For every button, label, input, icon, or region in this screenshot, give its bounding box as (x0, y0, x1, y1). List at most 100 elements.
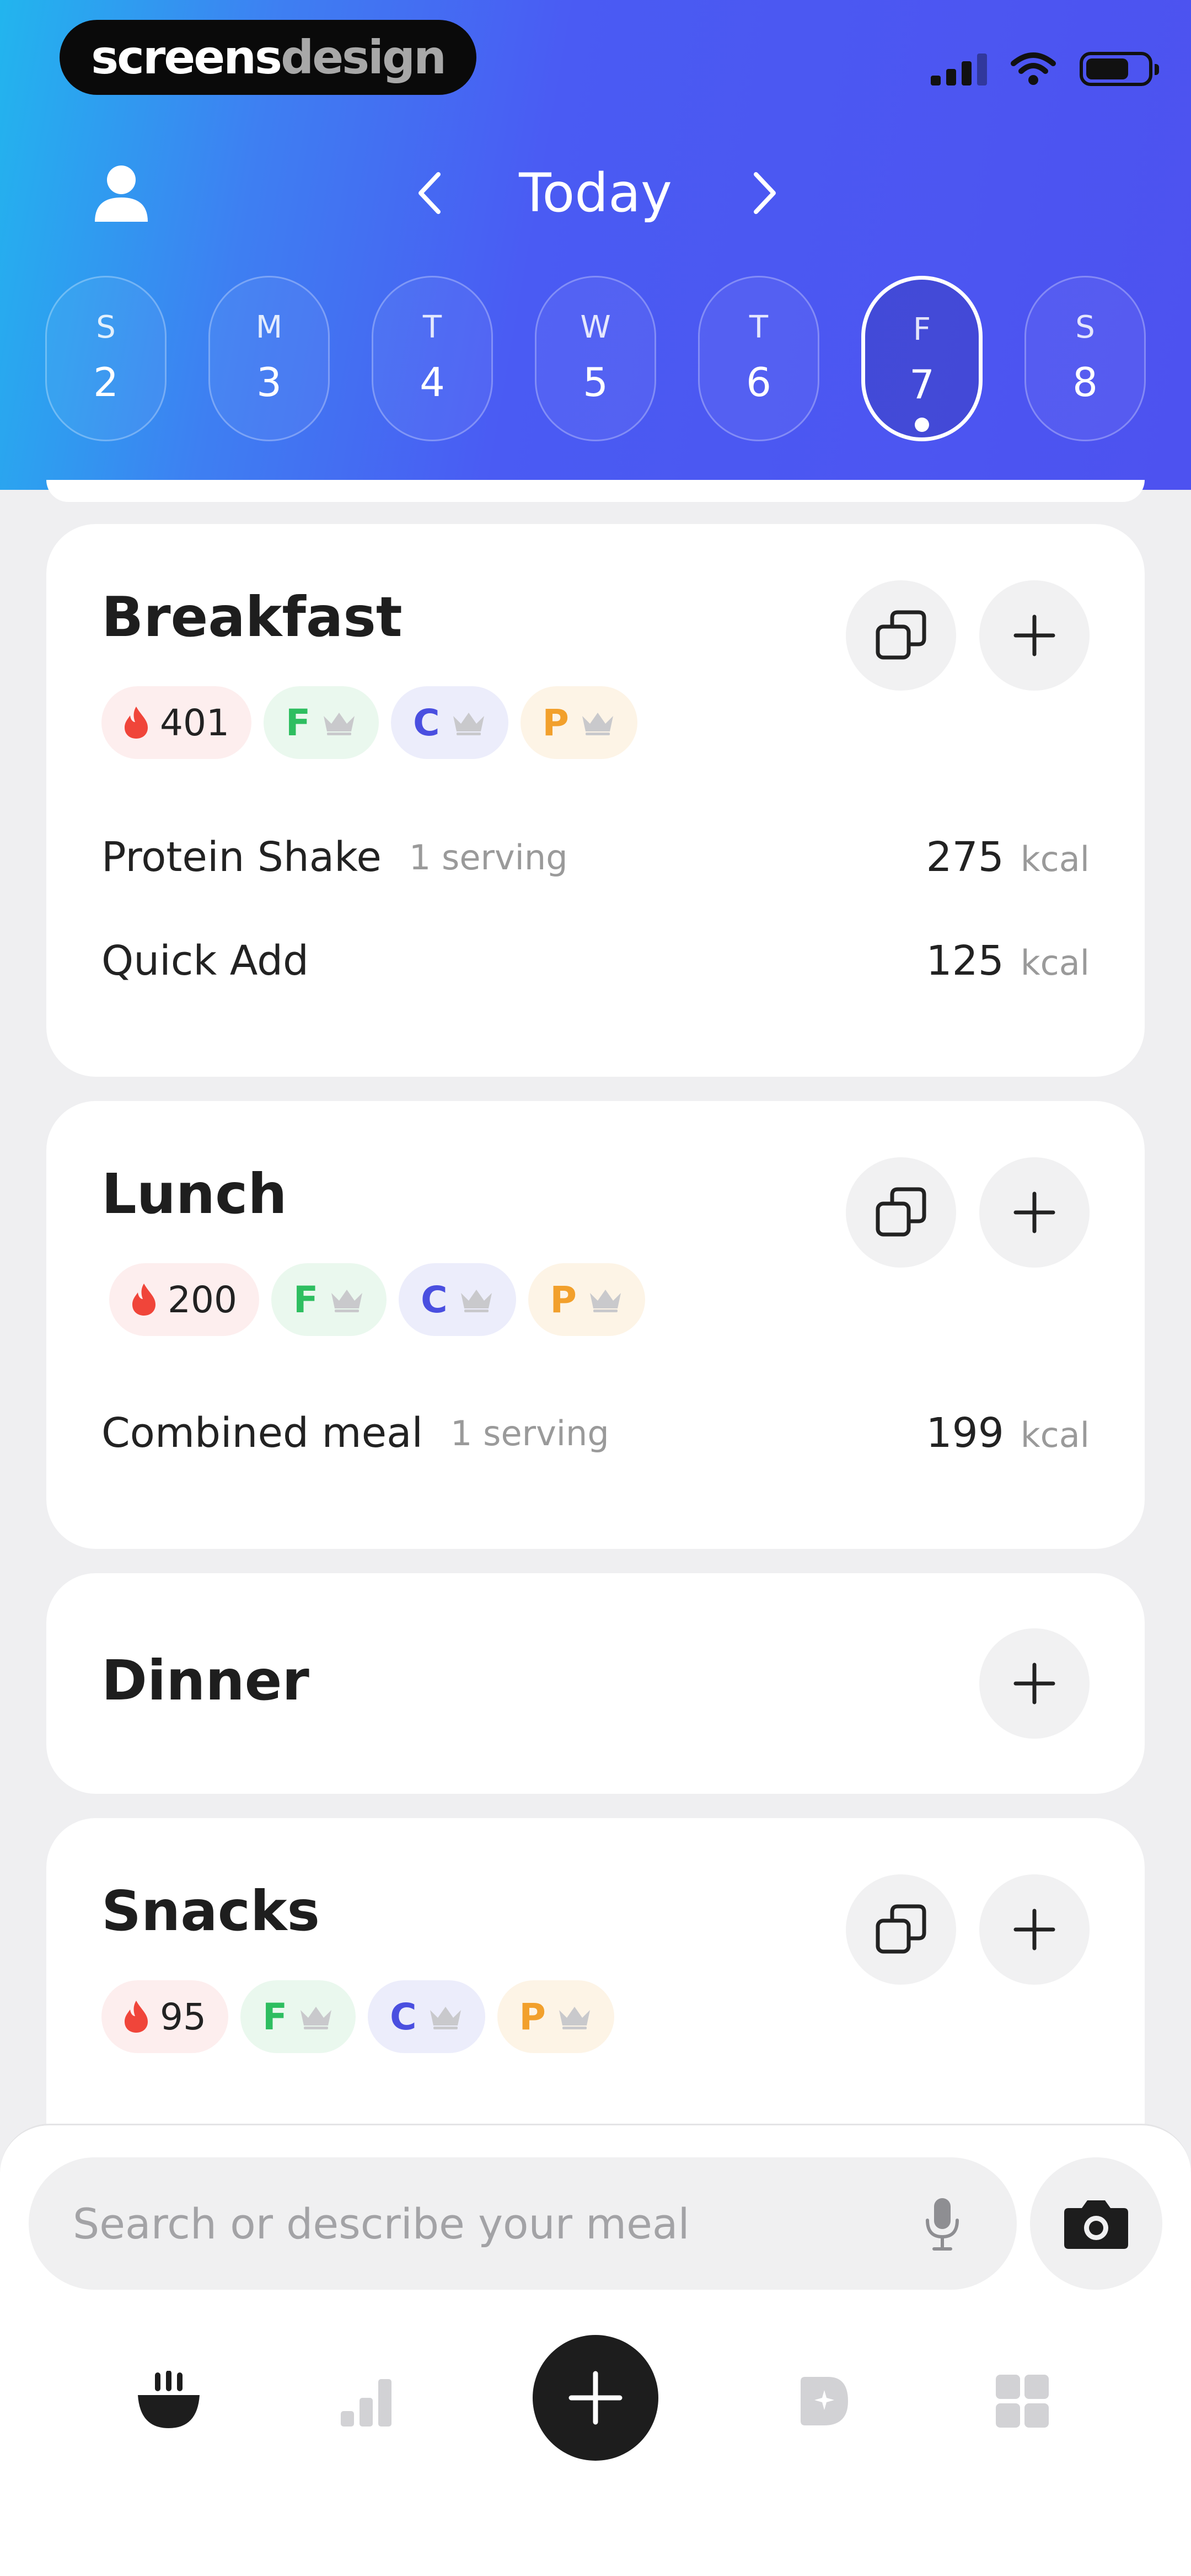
fat-chip-locked[interactable]: F (263, 686, 379, 759)
fat-chip-locked[interactable]: F (240, 1980, 356, 2053)
grid-icon (996, 2375, 1049, 2428)
calorie-value: 95 (160, 1995, 206, 2038)
plus-icon (1013, 614, 1055, 656)
day-pill-thu-6[interactable]: T 6 (698, 276, 819, 441)
calorie-value: 200 (168, 1278, 237, 1321)
brand-logo: screens design (60, 20, 476, 95)
fat-chip-locked[interactable]: F (271, 1263, 387, 1336)
profile-button[interactable] (88, 160, 154, 226)
carbs-chip-locked[interactable]: C (399, 1263, 516, 1336)
macro-chips: 95 F C P (101, 1980, 614, 2053)
day-pill-wed-5[interactable]: W 5 (535, 276, 656, 441)
food-calories: 125 kcal (926, 937, 1090, 985)
previous-day-button[interactable] (403, 165, 458, 221)
add-food-button[interactable] (979, 1874, 1090, 1985)
calorie-chip: 401 (101, 686, 251, 759)
day-number: 8 (1072, 359, 1098, 405)
day-letter: T (422, 309, 442, 345)
chevron-right-icon (754, 172, 776, 214)
protein-chip-locked[interactable]: P (497, 1980, 614, 2053)
brand-logo-part2: design (281, 30, 447, 84)
food-name: Combined meal (101, 1409, 423, 1457)
copy-meal-button[interactable] (846, 1874, 956, 1985)
plus-icon (1013, 1909, 1055, 1950)
food-name: Protein Shake (101, 833, 382, 881)
tab-progress[interactable] (300, 2335, 432, 2467)
day-pill-sun-2[interactable]: S 2 (45, 276, 167, 441)
calorie-chip: 95 (101, 1980, 228, 2053)
status-bar (931, 44, 1159, 94)
camera-icon (1064, 2200, 1128, 2249)
protein-chip-locked[interactable]: P (520, 686, 637, 759)
tab-bar (0, 2335, 1191, 2467)
header: screens design Today S 2 M 3 T 4 W 5 T 6… (0, 0, 1191, 490)
day-number: 2 (93, 359, 119, 405)
search-bar (29, 2157, 1017, 2290)
copy-meal-button[interactable] (846, 580, 956, 691)
crown-icon (430, 2007, 461, 2029)
meal-card-lunch: Lunch 200 F C P Combined meal 1 serving … (46, 1101, 1145, 1549)
food-calories: 275 kcal (926, 833, 1090, 881)
day-letter: M (255, 309, 283, 345)
food-kcal-value: 275 (926, 833, 1004, 881)
meal-card-breakfast: Breakfast 401 F C P Protein Shake 1 serv… (46, 524, 1145, 1077)
food-name: Quick Add (101, 937, 309, 985)
protein-label: P (550, 1278, 577, 1321)
meal-search-input[interactable] (73, 2157, 900, 2290)
add-food-button[interactable] (979, 580, 1090, 691)
bowl-icon (138, 2371, 200, 2428)
day-letter: S (1075, 309, 1095, 345)
day-letter: T (749, 309, 769, 345)
day-pill-sat-8[interactable]: S 8 (1024, 276, 1146, 441)
copy-icon (876, 1187, 926, 1237)
plus-icon (1013, 1191, 1055, 1233)
sparkle-badge-icon (801, 2377, 848, 2425)
signal-icon (931, 52, 987, 85)
fat-label: F (262, 1995, 288, 2038)
crown-icon (453, 713, 484, 735)
food-item-row[interactable]: Quick Add 125 kcal (101, 928, 1090, 994)
meal-title: Snacks (101, 1879, 320, 1943)
meal-title: Breakfast (101, 585, 403, 649)
food-kcal-unit: kcal (1020, 1415, 1090, 1455)
flame-icon (132, 1284, 155, 1316)
day-pill-fri-7-selected[interactable]: F 7 (861, 276, 983, 441)
chevron-left-icon (419, 172, 441, 214)
carbs-label: C (421, 1278, 448, 1321)
food-item-row[interactable]: Combined meal 1 serving 199 kcal (101, 1400, 1090, 1466)
next-day-button[interactable] (737, 165, 792, 221)
food-kcal-unit: kcal (1020, 839, 1090, 879)
carbs-chip-locked[interactable]: C (391, 686, 508, 759)
carbs-label: C (390, 1995, 417, 2038)
food-item-row[interactable]: Protein Shake 1 serving 275 kcal (101, 824, 1090, 890)
food-serving: 1 serving (409, 837, 568, 878)
protein-label: P (519, 1995, 546, 2038)
add-entry-button[interactable] (533, 2335, 658, 2461)
protein-label: P (542, 701, 569, 744)
tab-ai-coach[interactable] (757, 2335, 889, 2467)
day-number: 3 (256, 359, 282, 405)
summary-card-edge (46, 480, 1145, 502)
food-kcal-value: 125 (926, 937, 1004, 985)
add-food-button[interactable] (979, 1157, 1090, 1268)
flame-icon (125, 2001, 148, 2033)
add-food-button[interactable] (979, 1628, 1090, 1739)
copy-meal-button[interactable] (846, 1157, 956, 1268)
day-pill-tue-4[interactable]: T 4 (372, 276, 493, 441)
protein-chip-locked[interactable]: P (528, 1263, 645, 1336)
day-number: 5 (583, 359, 608, 405)
meal-card-dinner: Dinner (46, 1573, 1145, 1794)
plus-icon (1013, 1663, 1055, 1704)
flame-icon (125, 707, 148, 739)
day-pill-mon-3[interactable]: M 3 (208, 276, 330, 441)
camera-scan-button[interactable] (1030, 2157, 1162, 2290)
carbs-chip-locked[interactable]: C (368, 1980, 485, 2053)
tab-more[interactable] (956, 2335, 1088, 2467)
battery-icon (1080, 52, 1159, 86)
voice-input-button[interactable] (906, 2188, 978, 2259)
bottom-sheet (0, 2124, 1191, 2576)
copy-icon (876, 610, 926, 660)
tab-diary[interactable] (103, 2335, 235, 2467)
day-number: 7 (909, 361, 935, 408)
user-icon (95, 165, 148, 222)
